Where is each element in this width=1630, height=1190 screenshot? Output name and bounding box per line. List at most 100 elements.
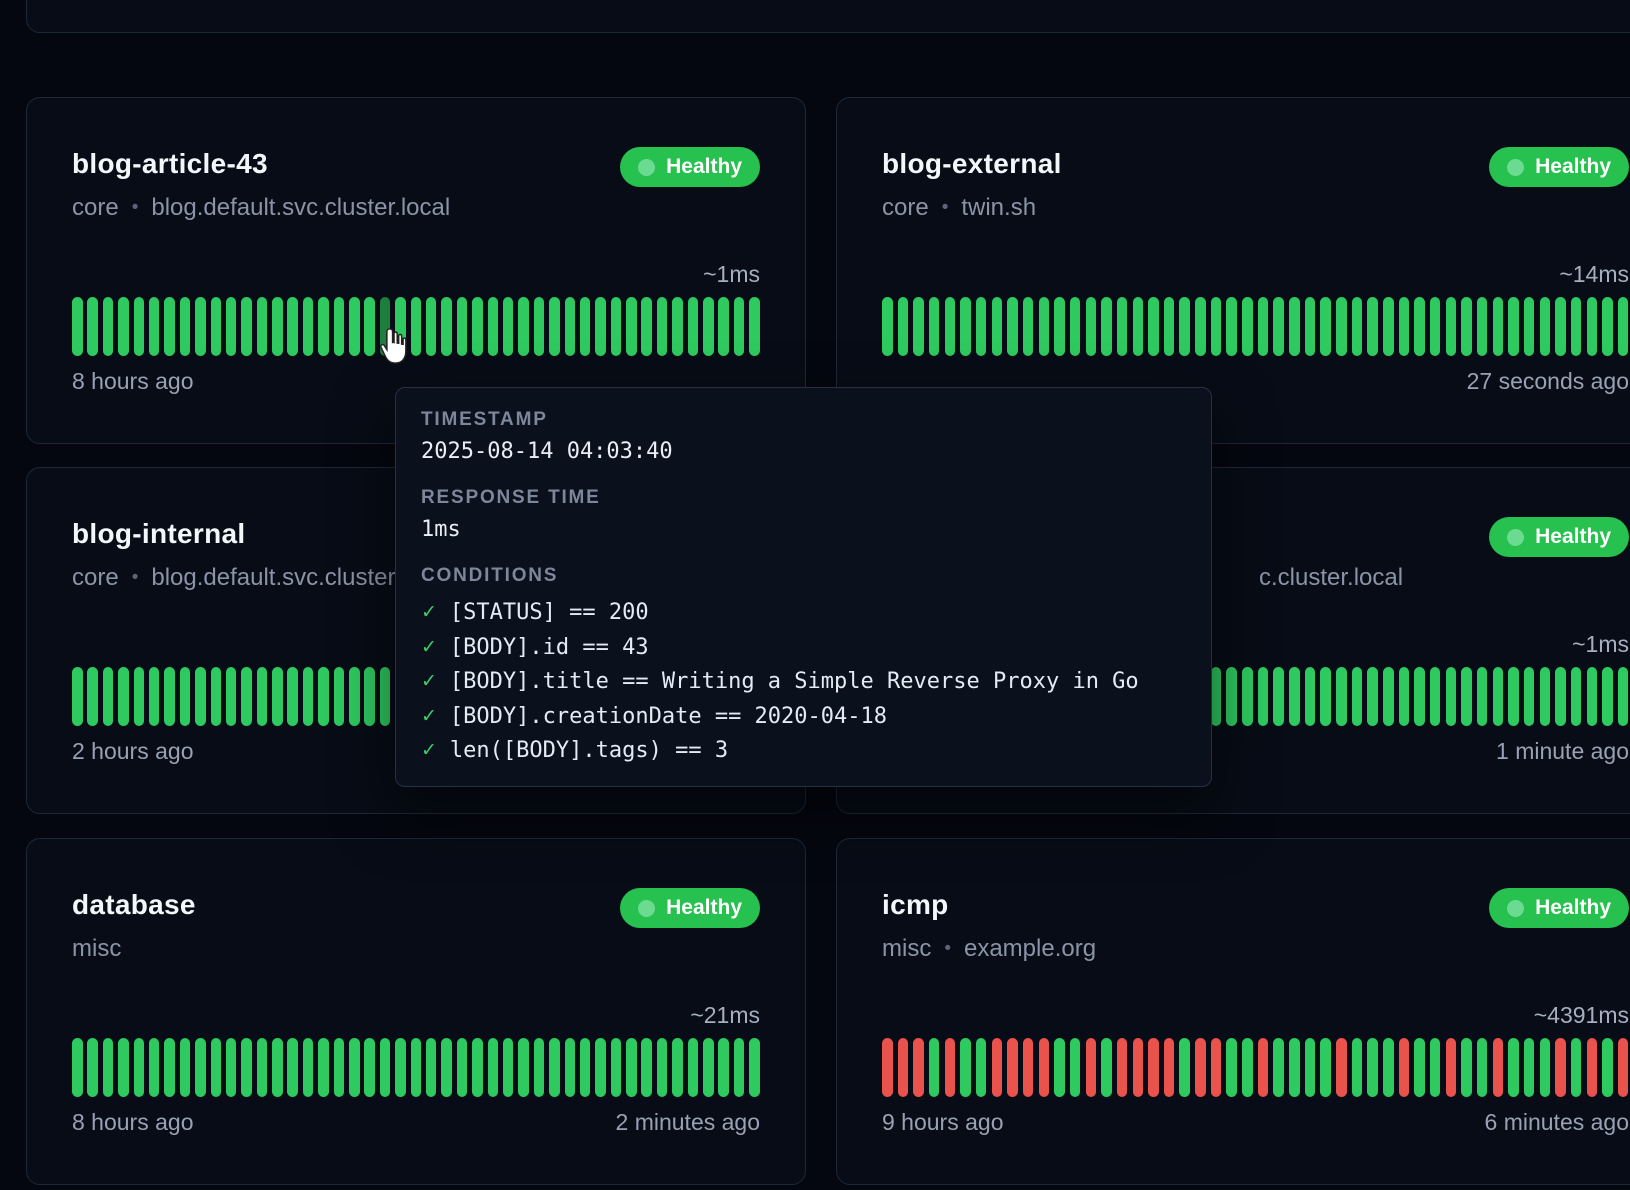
health-bar-success[interactable] (672, 1038, 683, 1097)
health-bar-success[interactable] (1524, 667, 1535, 726)
health-bar-success[interactable] (149, 1038, 160, 1097)
health-bar-success[interactable] (1587, 667, 1598, 726)
health-bar-success[interactable] (395, 1038, 406, 1097)
health-bar-success[interactable] (1039, 297, 1050, 356)
health-bar-success[interactable] (929, 1038, 940, 1097)
health-bar-success[interactable] (929, 297, 940, 356)
health-bar-success[interactable] (1305, 667, 1316, 726)
health-bar-success[interactable] (518, 1038, 529, 1097)
health-bar-success[interactable] (1430, 297, 1441, 356)
health-bar-success[interactable] (164, 297, 175, 356)
health-bar-success[interactable] (734, 1038, 745, 1097)
health-bar-failure[interactable] (1148, 1038, 1159, 1097)
health-bar-success[interactable] (1273, 667, 1284, 726)
health-bar-success[interactable] (1383, 1038, 1394, 1097)
health-bar-success[interactable] (364, 667, 375, 726)
health-bar-success[interactable] (1242, 297, 1253, 356)
health-bar-success[interactable] (1477, 667, 1488, 726)
health-bar-success[interactable] (611, 297, 622, 356)
health-bar-success[interactable] (426, 297, 437, 356)
health-bar-success[interactable] (1430, 1038, 1441, 1097)
health-bar-success[interactable] (241, 297, 252, 356)
health-bar-success[interactable] (118, 667, 129, 726)
health-bar-success[interactable] (1101, 297, 1112, 356)
health-bar-success[interactable] (149, 667, 160, 726)
health-bar-failure[interactable] (1086, 1038, 1097, 1097)
health-bar-success[interactable] (595, 1038, 606, 1097)
health-bar-success[interactable] (1117, 297, 1128, 356)
health-bar-success[interactable] (534, 1038, 545, 1097)
health-bar-success[interactable] (1336, 667, 1347, 726)
health-bar-success[interactable] (1367, 297, 1378, 356)
health-bar-success[interactable] (913, 297, 924, 356)
health-bar-success[interactable] (1320, 297, 1331, 356)
health-bar-success[interactable] (103, 297, 114, 356)
health-bar-success[interactable] (272, 667, 283, 726)
health-bar-success[interactable] (688, 1038, 699, 1097)
health-bar-success[interactable] (103, 1038, 114, 1097)
health-bar-success[interactable] (1195, 297, 1206, 356)
health-bar-success[interactable] (1007, 297, 1018, 356)
health-bar-success[interactable] (1602, 297, 1613, 356)
health-bar-success[interactable] (1305, 1038, 1316, 1097)
health-bar-success[interactable] (1602, 1038, 1613, 1097)
partial-card-above[interactable] (26, 0, 1630, 33)
health-bar-success[interactable] (960, 297, 971, 356)
health-bar-success[interactable] (1258, 667, 1269, 726)
health-bar-success[interactable] (1320, 1038, 1331, 1097)
health-bar-success[interactable] (303, 1038, 314, 1097)
health-bar-success[interactable] (211, 297, 222, 356)
health-bar-failure[interactable] (1211, 1038, 1222, 1097)
health-bar-success[interactable] (118, 1038, 129, 1097)
health-bar-success[interactable] (1101, 1038, 1112, 1097)
health-bar-success[interactable] (195, 297, 206, 356)
health-bar-success[interactable] (1133, 297, 1144, 356)
health-bar-success[interactable] (657, 1038, 668, 1097)
health-bar-success[interactable] (272, 297, 283, 356)
health-bar-success[interactable] (1414, 1038, 1425, 1097)
health-bar-success[interactable] (718, 297, 729, 356)
health-bar-success[interactable] (1148, 297, 1159, 356)
health-bar-failure[interactable] (1039, 1038, 1050, 1097)
health-bar-success[interactable] (718, 1038, 729, 1097)
health-bar-failure[interactable] (882, 1038, 893, 1097)
health-bar-success[interactable] (303, 667, 314, 726)
health-bar-success[interactable] (364, 1038, 375, 1097)
endpoint-card-database[interactable]: databaseHealthymisc~21ms8 hours ago2 min… (26, 838, 806, 1185)
health-bar-success[interactable] (1508, 667, 1519, 726)
health-bar-success[interactable] (1602, 667, 1613, 726)
health-bar-failure[interactable] (1336, 1038, 1347, 1097)
health-bar-success[interactable] (226, 297, 237, 356)
health-bar-success[interactable] (595, 297, 606, 356)
health-bar-failure[interactable] (1007, 1038, 1018, 1097)
health-bar-success[interactable] (1493, 297, 1504, 356)
health-bar-success[interactable] (503, 1038, 514, 1097)
health-bar-success[interactable] (1461, 667, 1472, 726)
health-bar-success[interactable] (380, 1038, 391, 1097)
health-bar-success[interactable] (1054, 1038, 1065, 1097)
health-bar-success[interactable] (1086, 297, 1097, 356)
health-bar-success[interactable] (1070, 1038, 1081, 1097)
health-bar-success[interactable] (1226, 667, 1237, 726)
health-bar-success[interactable] (534, 297, 545, 356)
health-bar-success[interactable] (72, 297, 83, 356)
health-bar-success[interactable] (195, 1038, 206, 1097)
health-bar-success[interactable] (703, 297, 714, 356)
health-bar-success[interactable] (134, 297, 145, 356)
health-bar-success[interactable] (318, 297, 329, 356)
health-bar-success[interactable] (257, 667, 268, 726)
health-bar-success[interactable] (1430, 667, 1441, 726)
health-bar-success[interactable] (1383, 297, 1394, 356)
health-bar-success[interactable] (688, 297, 699, 356)
health-bar-success[interactable] (103, 667, 114, 726)
health-bar-success[interactable] (1540, 1038, 1551, 1097)
health-bar-success[interactable] (457, 1038, 468, 1097)
health-bar-failure[interactable] (1399, 1038, 1410, 1097)
health-bar-success[interactable] (87, 1038, 98, 1097)
health-bar-success[interactable] (1320, 667, 1331, 726)
health-bar-success[interactable] (1508, 1038, 1519, 1097)
health-bar-failure[interactable] (1618, 1038, 1629, 1097)
health-bar-success[interactable] (441, 1038, 452, 1097)
health-bar-success[interactable] (287, 667, 298, 726)
health-bar-success[interactable] (1273, 1038, 1284, 1097)
